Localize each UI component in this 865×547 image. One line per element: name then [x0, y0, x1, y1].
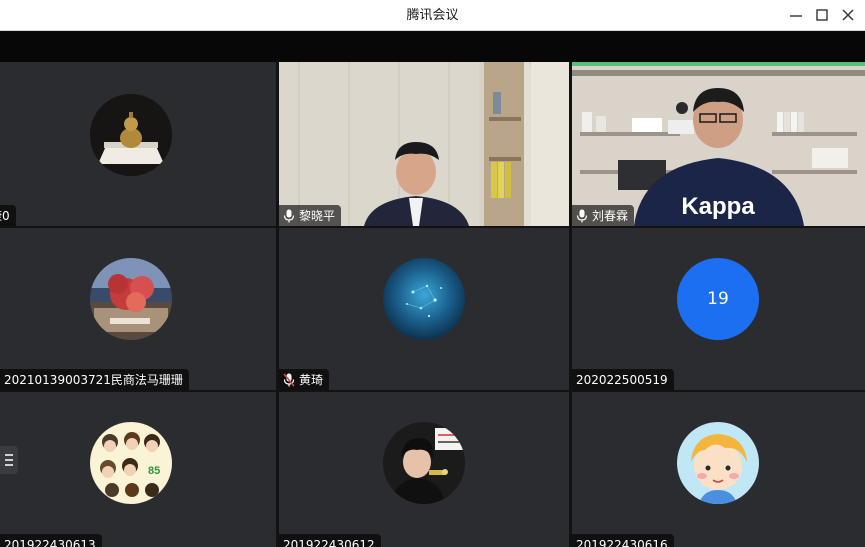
window-title: 腾讯会议: [406, 8, 459, 23]
microphone-icon: [576, 209, 588, 222]
toolbar-strip: [0, 31, 865, 62]
participant-name-tag: 黎晓平: [279, 205, 342, 226]
participant-name: 黎晓平: [299, 209, 336, 223]
avatar-number: 19: [707, 289, 729, 309]
avatar: 19: [677, 258, 759, 340]
video-feed: Kappa: [572, 62, 865, 226]
participant-name: 黄琦: [299, 373, 324, 387]
avatar: 85: [90, 422, 172, 504]
participant-name-tag: 202022500519: [572, 369, 674, 390]
maximize-button[interactable]: [809, 3, 835, 27]
participant-tile[interactable]: 康0: [0, 62, 276, 226]
svg-text:85: 85: [148, 465, 160, 477]
close-icon: [842, 9, 854, 21]
participant-name-tag: 20210139003721民商法马珊珊: [0, 369, 189, 390]
participant-name: 201922430612: [283, 537, 375, 547]
participant-name-tag: 201922430612: [279, 534, 381, 547]
participant-name: 20210139003721民商法马珊珊: [4, 373, 183, 387]
participant-name-tag: 201922430616: [572, 534, 674, 547]
participant-tile[interactable]: 黄琦: [279, 228, 569, 390]
close-button[interactable]: [835, 3, 861, 27]
participant-name-tag: 201922430613: [0, 534, 102, 547]
maximize-icon: [816, 9, 828, 21]
participant-name: 202022500519: [576, 372, 668, 387]
microphone-muted-icon: [283, 372, 295, 387]
microphone-icon: [283, 209, 295, 222]
participant-tile[interactable]: 20210139003721民商法马珊珊: [0, 228, 276, 390]
participant-name-tag: 黄琦: [279, 369, 330, 390]
avatar: [90, 258, 172, 340]
svg-text:Kappa: Kappa: [681, 193, 755, 220]
participant-name-tag: 刘春霖: [572, 205, 635, 226]
participant-name: 201922430616: [576, 537, 668, 547]
title-bar: 腾讯会议: [0, 0, 865, 31]
participant-name: 201922430613: [4, 537, 96, 547]
participant-tile[interactable]: 201922430616: [572, 392, 865, 547]
menu-icon: [5, 454, 13, 456]
participant-tile[interactable]: 19 202022500519: [572, 228, 865, 390]
avatar: [677, 422, 759, 504]
avatar: [383, 258, 465, 340]
participant-name: 康0: [0, 209, 10, 223]
video-feed: [279, 62, 569, 226]
participant-tile-video[interactable]: Kappa 刘春霖: [572, 62, 865, 226]
sidebar-toggle-button[interactable]: [0, 446, 18, 474]
participant-name-tag: 康0: [0, 205, 16, 226]
participant-name: 刘春霖: [592, 209, 629, 223]
participant-tile-video[interactable]: 黎晓平: [279, 62, 569, 226]
minimize-button[interactable]: [783, 3, 809, 27]
participant-tile[interactable]: 85 201922430613: [0, 392, 276, 547]
avatar: [383, 422, 465, 504]
participant-tile[interactable]: 201922430612: [279, 392, 569, 547]
avatar: [90, 94, 172, 176]
participant-grid: 康0: [0, 62, 865, 547]
minimize-icon: [790, 15, 802, 17]
